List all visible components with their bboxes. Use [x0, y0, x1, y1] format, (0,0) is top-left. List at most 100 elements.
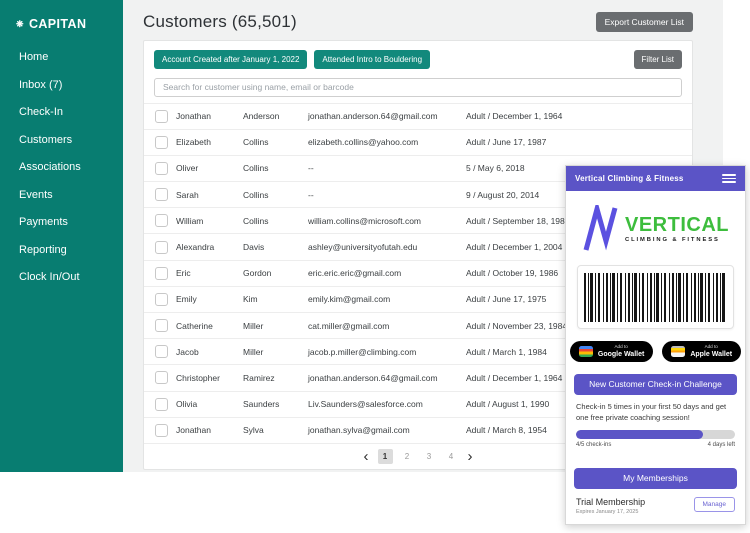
sidebar-item[interactable]: Inbox (7): [0, 72, 123, 100]
sidebar-item[interactable]: Associations: [0, 154, 123, 182]
sidebar-item[interactable]: Reporting: [0, 237, 123, 265]
cell-type-dob: Adult / December 1, 1964: [466, 373, 562, 383]
checkin-progress-bar: [576, 430, 735, 439]
search-row: [144, 69, 692, 103]
cell-first-name: Sarah: [176, 190, 199, 200]
row-checkbox[interactable]: [155, 371, 168, 384]
barcode-card: [577, 265, 734, 329]
cell-first-name: William: [176, 216, 203, 226]
row-checkbox[interactable]: [155, 214, 168, 227]
export-customer-list-button[interactable]: Export Customer List: [596, 12, 693, 32]
barcode-icon: [584, 273, 727, 322]
page-number[interactable]: 1: [378, 449, 393, 464]
cell-type-dob: Adult / August 1, 1990: [466, 399, 549, 409]
row-checkbox[interactable]: [155, 398, 168, 411]
customer-search-input[interactable]: [154, 78, 682, 97]
cell-first-name: Emily: [176, 294, 197, 304]
row-checkbox[interactable]: [155, 345, 168, 358]
google-wallet-text: Add to Google Wallet: [598, 345, 644, 358]
cell-first-name: Jacob: [176, 347, 199, 357]
cell-type-dob: Adult / December 1, 2004: [466, 242, 562, 252]
cell-email: --: [308, 190, 314, 200]
cell-last-name: Sylva: [243, 425, 264, 435]
cell-type-dob: Adult / October 19, 1986: [466, 268, 558, 278]
cell-type-dob: Adult / March 8, 1954: [466, 425, 547, 435]
row-checkbox[interactable]: [155, 319, 168, 332]
cell-type-dob: Adult / December 1, 1964: [466, 111, 562, 121]
add-to-google-wallet-button[interactable]: Add to Google Wallet: [570, 341, 653, 362]
cell-type-dob: 5 / May 6, 2018: [466, 163, 525, 173]
page-number[interactable]: 4: [444, 449, 459, 464]
page-number[interactable]: 3: [422, 449, 437, 464]
row-checkbox[interactable]: [155, 136, 168, 149]
vertical-logo-subtitle: CLIMBING & FITNESS: [625, 237, 720, 243]
cell-email: elizabeth.collins@yahoo.com: [308, 137, 418, 147]
row-checkbox[interactable]: [155, 162, 168, 175]
cell-email: jonathan.anderson.64@gmail.com: [308, 373, 438, 383]
cell-first-name: Alexandra: [176, 242, 214, 252]
cell-email: eric.eric.eric@gmail.com: [308, 268, 401, 278]
page-number[interactable]: 2: [400, 449, 415, 464]
sidebar-item[interactable]: Check-In: [0, 99, 123, 127]
filter-list-button[interactable]: Filter List: [634, 50, 682, 69]
cell-first-name: Olivia: [176, 399, 197, 409]
sidebar-item[interactable]: Clock In/Out: [0, 264, 123, 292]
checkin-progress-labels: 4/5 check-ins 4 days left: [576, 442, 735, 448]
wallet-buttons: Add to Google Wallet Add to Apple Wallet: [566, 341, 745, 362]
cell-last-name: Gordon: [243, 268, 271, 278]
chevron-left-icon[interactable]: ‹: [362, 449, 371, 464]
row-checkbox[interactable]: [155, 267, 168, 280]
hamburger-menu-icon[interactable]: [722, 172, 736, 185]
app-logo-text: CAPITAN: [29, 17, 86, 31]
cell-email: ashley@universityofutah.edu: [308, 242, 417, 252]
membership-info: Trial Membership Expires January 17, 202…: [576, 497, 645, 515]
app-logo: ❋ CAPITAN: [0, 0, 123, 31]
cell-first-name: Jonathan: [176, 425, 211, 435]
sidebar-item[interactable]: Home: [0, 44, 123, 72]
main-header: Customers (65,501) Export Customer List: [123, 0, 723, 32]
manage-membership-button[interactable]: Manage: [694, 497, 736, 512]
row-checkbox[interactable]: [155, 110, 168, 123]
cell-email: jonathan.anderson.64@gmail.com: [308, 111, 438, 121]
google-wallet-small-label: Add to: [598, 345, 644, 350]
table-row[interactable]: Jonathan Anderson jonathan.anderson.64@g…: [144, 103, 692, 129]
row-checkbox[interactable]: [155, 293, 168, 306]
add-to-apple-wallet-button[interactable]: Add to Apple Wallet: [662, 341, 741, 362]
cell-last-name: Collins: [243, 163, 269, 173]
row-checkbox[interactable]: [155, 241, 168, 254]
cell-type-dob: Adult / November 23, 1984: [466, 321, 567, 331]
capitan-logo-icon: ❋: [16, 20, 24, 29]
membership-name: Trial Membership: [576, 497, 645, 507]
row-checkbox[interactable]: [155, 424, 168, 437]
table-row[interactable]: Elizabeth Collins elizabeth.collins@yaho…: [144, 129, 692, 155]
membership-row: Trial Membership Expires January 17, 202…: [576, 497, 735, 515]
member-app-title: Vertical Climbing & Fitness: [575, 174, 684, 183]
cell-last-name: Collins: [243, 190, 269, 200]
sidebar-item[interactable]: Payments: [0, 209, 123, 237]
chevron-right-icon[interactable]: ›: [466, 449, 475, 464]
cell-last-name: Miller: [243, 321, 263, 331]
cell-first-name: Eric: [176, 268, 191, 278]
vertical-logo-title: VERTICAL: [625, 215, 729, 235]
membership-expires: Expires January 17, 2025: [576, 509, 645, 515]
cell-email: jonathan.sylva@gmail.com: [308, 425, 410, 435]
vertical-logo: VERTICAL CLIMBING & FITNESS: [566, 205, 745, 253]
sidebar-item[interactable]: Customers: [0, 127, 123, 155]
cell-first-name: Catherine: [176, 321, 213, 331]
cell-email: cat.miller@gmail.com: [308, 321, 389, 331]
google-wallet-icon: [579, 346, 593, 357]
filter-chip[interactable]: Attended Intro to Bouldering: [314, 50, 430, 69]
cell-last-name: Miller: [243, 347, 263, 357]
member-app-panel: Vertical Climbing & Fitness VERTICAL CLI…: [565, 165, 746, 525]
cell-email: william.collins@microsoft.com: [308, 216, 421, 226]
cell-type-dob: 9 / August 20, 2014: [466, 190, 539, 200]
cell-type-dob: Adult / June 17, 1987: [466, 137, 546, 147]
member-app-header: Vertical Climbing & Fitness: [566, 166, 745, 191]
filter-chip[interactable]: Account Created after January 1, 2022: [154, 50, 307, 69]
cell-last-name: Collins: [243, 137, 269, 147]
cell-last-name: Collins: [243, 216, 269, 226]
checkin-challenge-banner: New Customer Check-in Challenge: [574, 374, 737, 395]
row-checkbox[interactable]: [155, 188, 168, 201]
cell-email: Liv.Saunders@salesforce.com: [308, 399, 423, 409]
sidebar-item[interactable]: Events: [0, 182, 123, 210]
